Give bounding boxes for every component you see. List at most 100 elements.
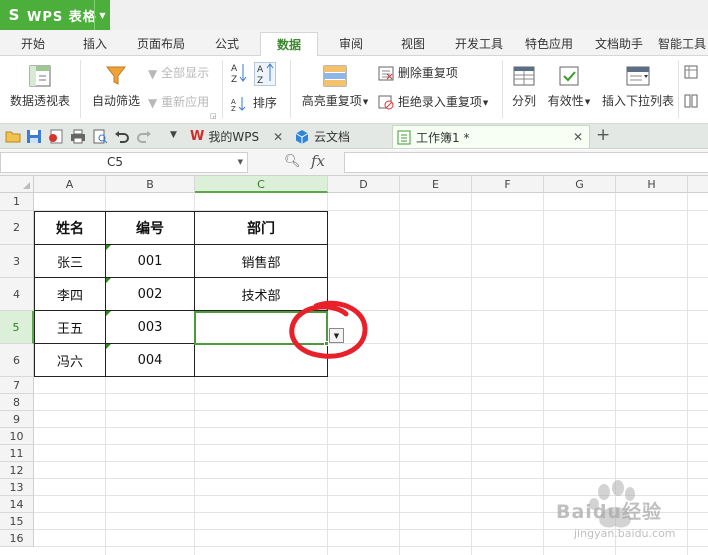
tab-developer[interactable]: 开发工具 [448, 32, 510, 56]
tab-home[interactable]: 开始 [8, 32, 58, 56]
validation-button[interactable]: 有效性▼ [544, 64, 594, 109]
row-header-13[interactable]: 13 [0, 479, 34, 496]
row-header-8[interactable]: 8 [0, 394, 34, 411]
row-header-11[interactable]: 11 [0, 445, 34, 462]
svg-text:Z: Z [231, 105, 236, 112]
row-header-6[interactable]: 6 [0, 344, 34, 377]
tab-workbook1[interactable]: 工作簿1 * ✕ [392, 125, 590, 148]
tab-special-apps[interactable]: 特色应用 [518, 32, 580, 56]
app-menu-button[interactable]: S WPS 表格 ▼ [0, 0, 110, 30]
row-header-9[interactable]: 9 [0, 411, 34, 428]
print-icon[interactable] [70, 129, 86, 144]
table-border [34, 376, 328, 377]
column-header-d[interactable]: D [328, 176, 400, 193]
chevron-down-icon[interactable]: ▼ [238, 158, 243, 166]
more-tools-icon[interactable] [684, 64, 698, 79]
cell-b5[interactable]: 003 [106, 311, 194, 343]
remove-duplicates-button[interactable]: 删除重复项 [378, 64, 458, 81]
column-header-h[interactable]: H [616, 176, 688, 193]
column-header-a[interactable]: A [34, 176, 106, 193]
tab-my-wps[interactable]: W 我的WPS ✕ [190, 125, 290, 148]
tab-page-layout[interactable]: 页面布局 [130, 32, 192, 56]
column-header-b[interactable]: B [106, 176, 195, 193]
gridline [471, 193, 472, 555]
name-box[interactable]: C5 ▼ [0, 152, 248, 173]
row-header-3[interactable]: 3 [0, 245, 34, 278]
pivot-table-icon [29, 65, 51, 87]
close-icon[interactable]: ✕ [273, 130, 283, 144]
watermark-text: Baidu经验 [556, 501, 662, 523]
highlight-duplicates-button[interactable]: 高亮重复项▼ [298, 64, 372, 109]
cell-b3[interactable]: 001 [106, 245, 194, 277]
zoom-lookup-icon[interactable]: 🔍︎ [284, 154, 301, 169]
tab-formulas[interactable]: 公式 [202, 32, 252, 56]
reject-duplicates-button[interactable]: 拒绝录入重复项▼ [378, 93, 488, 110]
tab-view[interactable]: 视图 [388, 32, 438, 56]
row-header-2[interactable]: 2 [0, 211, 34, 245]
auto-filter-button[interactable]: 自动筛选 [88, 64, 144, 109]
reapply-button[interactable]: ▼ 重新应用 [148, 93, 209, 110]
sort-button[interactable]: A Z 排序 [231, 94, 277, 112]
redo-icon[interactable] [136, 129, 152, 144]
text-to-columns-label: 分列 [511, 94, 536, 108]
more-tools-icon-2[interactable] [684, 93, 698, 108]
cell-c3[interactable]: 销售部 [195, 245, 327, 277]
chevron-down-icon[interactable]: ▼ [94, 0, 110, 30]
insert-function-icon[interactable]: fx [311, 152, 325, 170]
print-preview-icon[interactable] [92, 129, 108, 144]
tab-doc-assistant[interactable]: 文档助手 [588, 32, 650, 56]
gridline [34, 427, 708, 428]
tab-insert[interactable]: 插入 [70, 32, 120, 56]
formula-input[interactable] [344, 152, 708, 173]
row-header-1[interactable]: 1 [0, 193, 34, 211]
document-tab-bar: ▼ W 我的WPS ✕ 云文档 工作簿1 * ✕ + [0, 124, 708, 149]
tab-review[interactable]: 审阅 [326, 32, 376, 56]
cell-a2[interactable]: 姓名 [35, 212, 105, 244]
row-header-5[interactable]: 5 [0, 311, 34, 344]
save-icon[interactable] [26, 129, 42, 144]
row-header-14[interactable]: 14 [0, 496, 34, 513]
sort-ascending-button[interactable]: A Z [230, 62, 248, 87]
undo-icon[interactable] [114, 129, 130, 144]
column-header-c[interactable]: C [195, 176, 328, 193]
quick-access-dropdown-icon[interactable]: ▼ [170, 130, 177, 140]
pivot-table-button[interactable]: 数据透视表 [8, 64, 72, 109]
new-tab-plus-icon[interactable]: + [596, 125, 610, 145]
caret-down-icon: ▼ [482, 98, 489, 107]
column-header-g[interactable]: G [544, 176, 616, 193]
row-header-16[interactable]: 16 [0, 530, 34, 547]
dialog-launcher-icon[interactable]: ◲ [210, 112, 217, 120]
cell-a3[interactable]: 张三 [35, 245, 105, 277]
column-header-extra[interactable] [688, 176, 708, 193]
select-all-corner[interactable] [0, 176, 34, 193]
cell-b6[interactable]: 004 [106, 344, 194, 376]
open-folder-icon[interactable] [5, 129, 21, 144]
cell-b4[interactable]: 002 [106, 278, 194, 310]
tab-cloud-docs[interactable]: 云文档 [294, 125, 386, 148]
tab-data[interactable]: 数据 [260, 32, 318, 57]
show-all-button[interactable]: ▼ 全部显示 [148, 64, 209, 81]
tab-smart-tools[interactable]: 智能工具 [658, 32, 708, 56]
menu-tabs: 开始 插入 页面布局 公式 数据 审阅 视图 开发工具 特色应用 文档助手 智能… [0, 30, 708, 57]
row-header-12[interactable]: 12 [0, 462, 34, 479]
cell-c2[interactable]: 部门 [195, 212, 327, 244]
insert-dropdown-list-button[interactable]: 插入下拉列表 [600, 64, 676, 109]
insert-dropdown-list-label: 插入下拉列表 [601, 94, 674, 108]
column-header-e[interactable]: E [400, 176, 472, 193]
cell-a4[interactable]: 李四 [35, 278, 105, 310]
row-header-4[interactable]: 4 [0, 278, 34, 311]
row-header-7[interactable]: 7 [0, 377, 34, 394]
text-to-columns-button[interactable]: 分列 [508, 64, 540, 109]
show-all-label: 全部显示 [161, 66, 210, 80]
cell-a6[interactable]: 冯六 [35, 344, 105, 376]
column-header-f[interactable]: F [472, 176, 544, 193]
tab-workbook1-label: 工作簿1 * [416, 130, 470, 145]
export-pdf-icon[interactable] [48, 129, 64, 144]
row-header-15[interactable]: 15 [0, 513, 34, 530]
cell-a5[interactable]: 王五 [35, 311, 105, 343]
sort-descending-button[interactable]: A Z [254, 62, 276, 86]
close-icon[interactable]: ✕ [573, 130, 583, 144]
cell-b2[interactable]: 编号 [106, 212, 194, 244]
row-header-10[interactable]: 10 [0, 428, 34, 445]
gridline [34, 393, 708, 394]
